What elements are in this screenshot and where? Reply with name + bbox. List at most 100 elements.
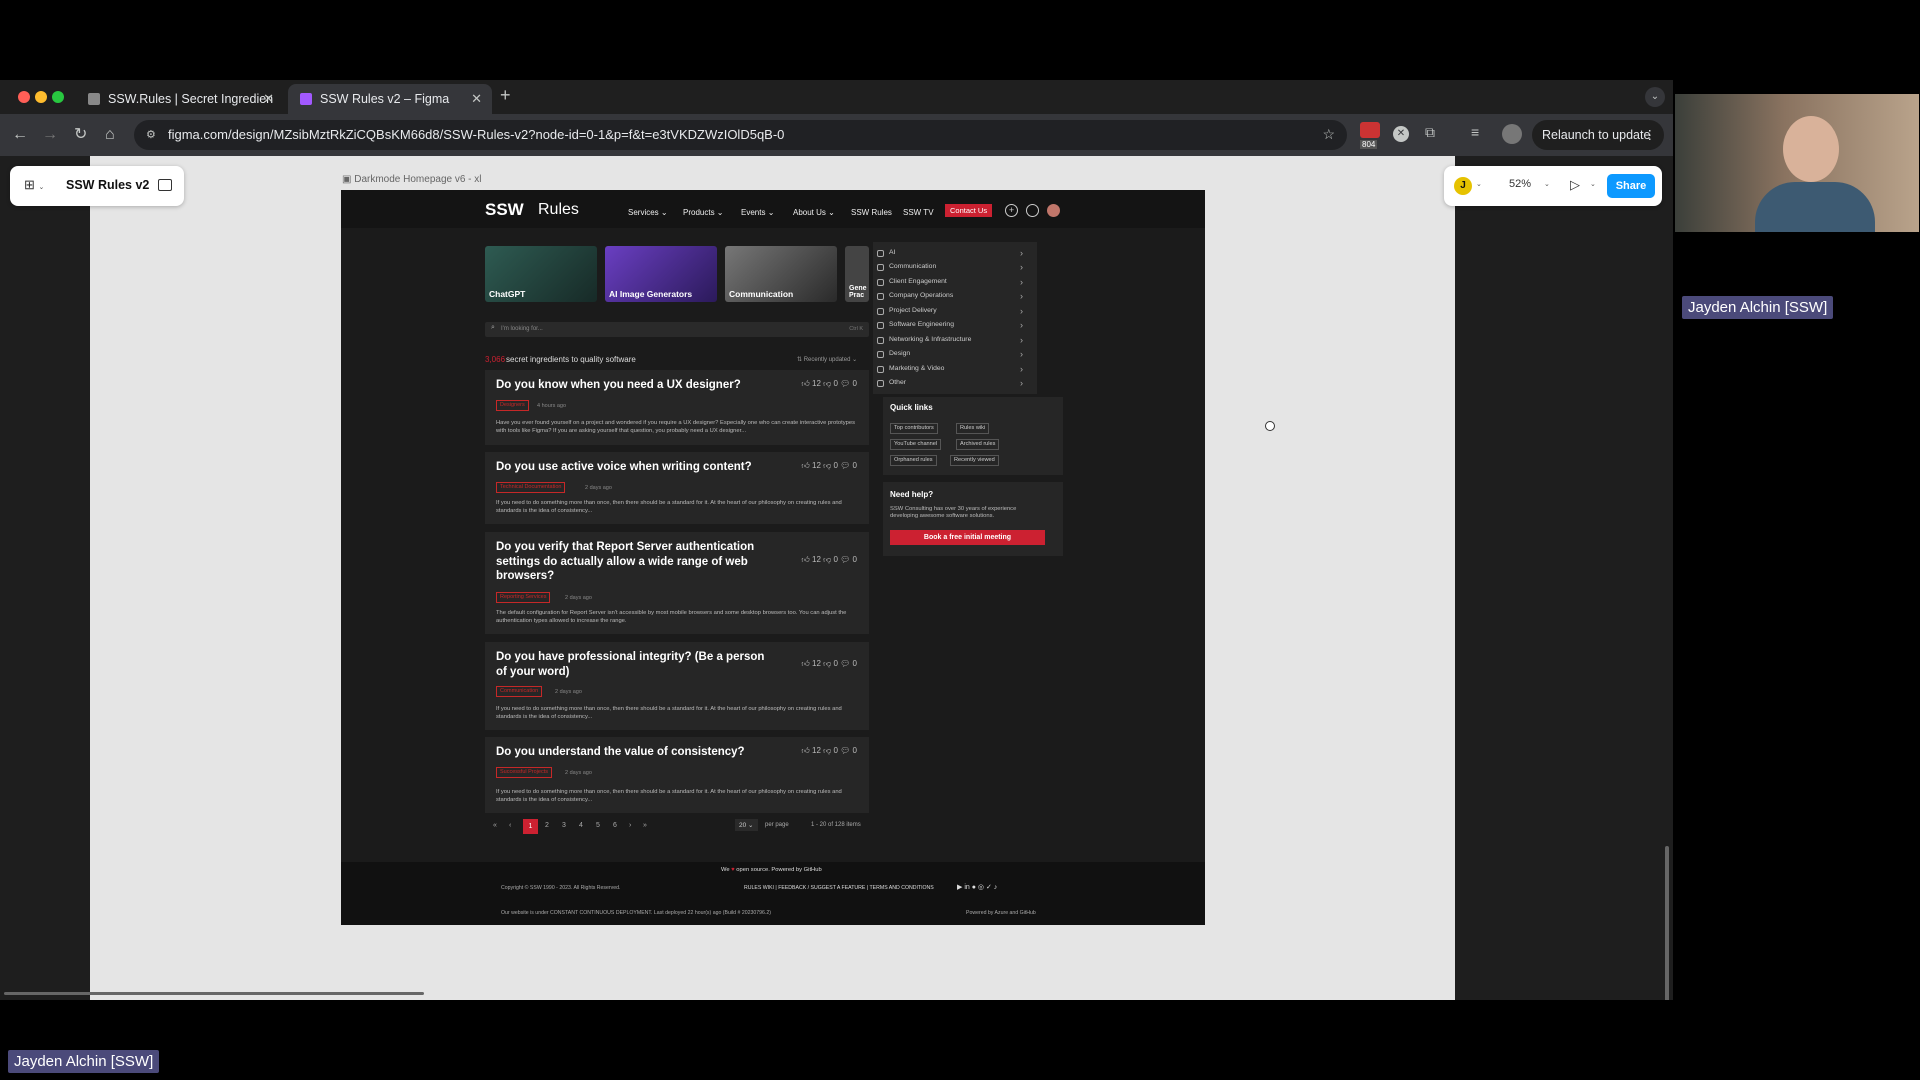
reading-list-icon[interactable]: ≡ bbox=[1471, 124, 1479, 140]
file-name[interactable]: SSW Rules v2 bbox=[66, 178, 149, 192]
site-info-icon[interactable]: ⚙ bbox=[146, 128, 156, 141]
zoom-caret-icon[interactable]: ⌄ bbox=[1544, 180, 1550, 188]
page-link[interactable]: 2 bbox=[545, 822, 549, 829]
category-card[interactable]: Communication bbox=[725, 246, 837, 302]
category-item[interactable]: AI › bbox=[873, 246, 1033, 260]
category-item[interactable]: Design › bbox=[873, 347, 1033, 361]
nav-products[interactable]: Products ⌄ bbox=[683, 208, 724, 217]
user-avatar[interactable]: J bbox=[1454, 177, 1472, 195]
rule-card[interactable]: Do you know when you need a UX designer?… bbox=[485, 370, 869, 445]
forward-icon[interactable]: → bbox=[42, 125, 58, 145]
tab-search-icon[interactable]: ⌄ bbox=[1645, 87, 1665, 107]
maximize-window-button[interactable] bbox=[52, 91, 64, 103]
frame-label[interactable]: ▣ Darkmode Homepage v6 - xl bbox=[342, 174, 482, 185]
rule-tag[interactable]: Technical Documentation bbox=[496, 482, 566, 493]
github-icon[interactable] bbox=[1026, 204, 1039, 217]
tab-figma[interactable]: SSW Rules v2 – Figma ✕ bbox=[288, 84, 492, 114]
rule-tag[interactable]: Successful Projects bbox=[496, 767, 552, 778]
category-item[interactable]: Other › bbox=[873, 376, 1033, 390]
nav-services[interactable]: Services ⌄ bbox=[628, 208, 668, 217]
page-current[interactable]: 1 bbox=[523, 819, 538, 834]
category-item[interactable]: Project Delivery › bbox=[873, 304, 1033, 318]
page-link[interactable]: 5 bbox=[596, 822, 600, 829]
vote-counts[interactable]: 👍︎ 12 👎︎ 0 💬︎ 0 bbox=[801, 379, 857, 389]
nav-about[interactable]: About Us ⌄ bbox=[793, 208, 835, 217]
close-window-button[interactable] bbox=[18, 91, 30, 103]
rule-tag[interactable]: Designers bbox=[496, 400, 529, 411]
category-item[interactable]: Company Operations › bbox=[873, 289, 1033, 303]
vote-counts[interactable]: 👍︎ 12 👎︎ 0 💬︎ 0 bbox=[801, 461, 857, 471]
prev-page-icon[interactable]: ‹ bbox=[509, 822, 511, 829]
per-page-select[interactable]: 20 ⌄ bbox=[735, 819, 758, 831]
close-tab-icon[interactable]: ✕ bbox=[471, 84, 482, 114]
search-input[interactable]: ⌕ I'm looking for... Ctrl K bbox=[485, 322, 869, 337]
rule-card[interactable]: Do you have professional integrity? (Be … bbox=[485, 642, 869, 730]
quick-link[interactable]: Recently viewed bbox=[950, 455, 999, 466]
nav-ssw-rules[interactable]: SSW Rules bbox=[851, 208, 892, 217]
category-card[interactable]: ChatGPT bbox=[485, 246, 597, 302]
share-button[interactable]: Share bbox=[1607, 174, 1655, 198]
contact-button[interactable]: Contact Us bbox=[945, 204, 993, 217]
nav-ssw-tv[interactable]: SSW TV bbox=[903, 208, 934, 217]
figma-menu-icon[interactable]: ⊞ ⌄ bbox=[24, 177, 44, 193]
reload-icon[interactable]: ↻ bbox=[74, 125, 87, 145]
profile-avatar[interactable] bbox=[1502, 124, 1522, 144]
vote-counts[interactable]: 👍︎ 12 👎︎ 0 💬︎ 0 bbox=[801, 659, 857, 669]
relaunch-button[interactable]: Relaunch to update ⋮ bbox=[1532, 120, 1664, 150]
tab-ssw-rules[interactable]: SSW.Rules | Secret Ingredien ✕ bbox=[76, 84, 284, 114]
vote-counts[interactable]: 👍︎ 12 👎︎ 0 💬︎ 0 bbox=[801, 746, 857, 756]
horizontal-scrollbar[interactable] bbox=[4, 992, 424, 995]
rule-title[interactable]: Do you know when you need a UX designer? bbox=[496, 378, 776, 393]
rule-tag[interactable]: Communication bbox=[496, 686, 543, 697]
add-circle-icon[interactable]: + bbox=[1005, 204, 1018, 217]
nav-events[interactable]: Events ⌄ bbox=[741, 208, 774, 217]
category-item[interactable]: Marketing & Video › bbox=[873, 362, 1033, 376]
footer-links[interactable]: RULES WIKI | FEEDBACK / SUGGEST A FEATUR… bbox=[744, 885, 934, 891]
extension-icon[interactable] bbox=[1360, 122, 1380, 138]
social-icons[interactable]: ▶ in ● ◎ ✓ ♪ bbox=[957, 883, 997, 891]
last-page-icon[interactable]: » bbox=[643, 822, 647, 829]
present-play-icon[interactable]: ▷ bbox=[1570, 177, 1580, 193]
close-tab-icon[interactable]: ✕ bbox=[263, 84, 274, 114]
extensions-puzzle-icon[interactable]: ⧉ bbox=[1425, 124, 1435, 141]
quick-link[interactable]: Archived rules bbox=[956, 439, 1000, 450]
more-menu-icon[interactable]: ⋮ bbox=[1644, 120, 1657, 150]
page-link[interactable]: 3 bbox=[562, 822, 566, 829]
back-icon[interactable]: ← bbox=[12, 125, 28, 145]
quick-link[interactable]: Orphaned rules bbox=[890, 455, 937, 466]
minimize-window-button[interactable] bbox=[35, 91, 47, 103]
book-meeting-button[interactable]: Book a free initial meeting bbox=[890, 530, 1045, 545]
category-item[interactable]: Software Engineering › bbox=[873, 318, 1033, 332]
bookmark-star-icon[interactable]: ☆ bbox=[1322, 126, 1335, 143]
category-card[interactable]: AI Image Generators bbox=[605, 246, 717, 302]
rule-card[interactable]: Do you understand the value of consisten… bbox=[485, 737, 869, 813]
zoom-level[interactable]: 52% bbox=[1509, 178, 1531, 190]
page-link[interactable]: 4 bbox=[579, 822, 583, 829]
first-page-icon[interactable]: « bbox=[493, 822, 497, 829]
quick-link[interactable]: Rules wiki bbox=[956, 423, 990, 434]
rule-card[interactable]: Do you use active voice when writing con… bbox=[485, 452, 869, 524]
rule-title[interactable]: Do you understand the value of consisten… bbox=[496, 745, 776, 760]
toggle-sidebar-icon[interactable] bbox=[158, 179, 172, 191]
rule-tag[interactable]: Reporting Services bbox=[496, 592, 551, 603]
rule-title[interactable]: Do you have professional integrity? (Be … bbox=[496, 650, 776, 679]
quick-link[interactable]: YouTube channel bbox=[890, 439, 942, 450]
extension-x-icon[interactable]: ✕ bbox=[1393, 126, 1409, 142]
address-bar[interactable]: ⚙ figma.com/design/MZsibMztRkZiCQBsKM66d… bbox=[134, 120, 1347, 150]
category-item[interactable]: Client Engagement › bbox=[873, 275, 1033, 289]
home-icon[interactable]: ⌂ bbox=[105, 125, 115, 145]
vote-counts[interactable]: 👍︎ 12 👎︎ 0 💬︎ 0 bbox=[801, 555, 857, 565]
sort-dropdown[interactable]: ⇅ Recently updated ⌄ bbox=[797, 356, 857, 363]
present-caret-icon[interactable]: ⌄ bbox=[1590, 180, 1596, 188]
category-item[interactable]: Communication › bbox=[873, 260, 1033, 274]
new-tab-icon[interactable]: + bbox=[500, 85, 511, 106]
design-frame[interactable]: SSW Rules Services ⌄ Products ⌄ Events ⌄… bbox=[341, 190, 1205, 925]
rule-title[interactable]: Do you verify that Report Server authent… bbox=[496, 540, 766, 584]
page-link[interactable]: 6 bbox=[613, 822, 617, 829]
category-card[interactable]: Gene Prac bbox=[845, 246, 869, 302]
user-caret-icon[interactable]: ⌄ bbox=[1476, 180, 1482, 188]
quick-link[interactable]: Top contributors bbox=[890, 423, 938, 434]
rule-card[interactable]: Do you verify that Report Server authent… bbox=[485, 532, 869, 634]
category-item[interactable]: Networking & Infrastructure › bbox=[873, 333, 1033, 347]
next-page-icon[interactable]: › bbox=[629, 822, 631, 829]
